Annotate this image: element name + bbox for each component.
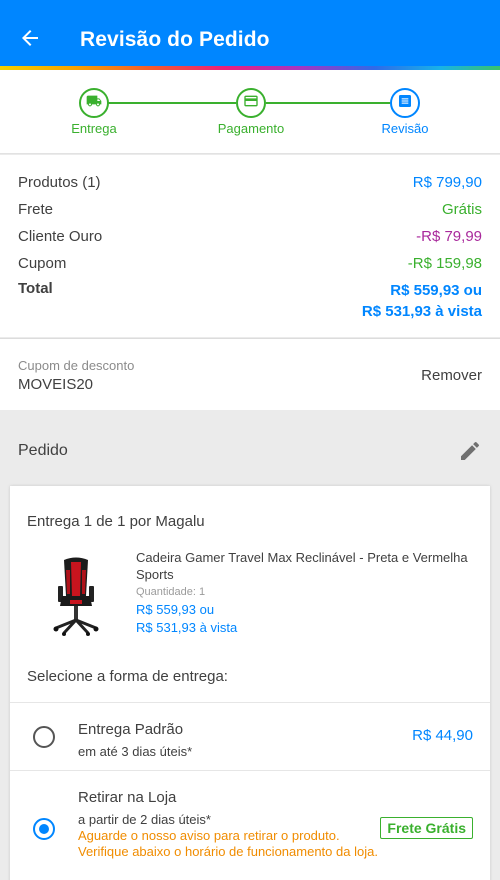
delivery-option-standard[interactable]: Entrega Padrão em até 3 dias úteis* R$ 4… [10,702,490,770]
summary-row-gold-client: Cliente Ouro -R$ 79,99 [18,228,482,245]
card-icon [243,93,259,114]
step-connector [266,102,390,104]
option-time: em até 3 dias úteis* [78,744,193,759]
app-bar: Revisão do Pedido [0,0,500,66]
summary-value: R$ 799,90 [412,174,482,191]
order-title: Pedido [18,442,68,459]
checkout-stepper: Entrega Pagamento Revisão [0,70,500,154]
pickup-notice: Aguarde o nosso aviso para retirar o pro… [78,828,378,859]
summary-row-products: Produtos (1) R$ 799,90 [18,174,482,191]
summary-label: Total [18,280,53,297]
summary-label: Cliente Ouro [18,228,103,245]
radio-standard[interactable] [33,726,55,748]
summary-value: -R$ 79,99 [416,228,482,245]
free-shipping-badge: Frete Grátis [380,817,473,839]
remove-coupon-button[interactable]: Remover [421,367,482,384]
list-icon [397,93,413,114]
order-summary: Produtos (1) R$ 799,90 Frete Grátis Clie… [0,155,500,337]
option-name: Retirar na Loja [78,789,177,806]
coupon-section: Cupom de desconto MOVEIS20 Remover [0,338,500,410]
summary-row-total: Total R$ 559,93 ou R$ 531,93 à vista [18,280,482,322]
step-label-review: Revisão [381,121,429,136]
step-delivery [79,88,109,118]
summary-label: Produtos (1) [18,174,101,191]
summary-value: Grátis [441,201,482,218]
total-cash: R$ 531,93 à vista [361,303,482,320]
summary-row-coupon: Cupom -R$ 159,98 [18,255,482,272]
page-title: Revisão do Pedido [80,28,270,51]
option-price: R$ 44,90 [412,727,473,744]
option-time: a partir de 2 dias úteis* [78,812,211,827]
coupon-label: Cupom de desconto [18,358,135,373]
step-label-payment: Pagamento [217,121,285,136]
radio-store-pickup[interactable] [33,818,55,840]
step-payment [236,88,266,118]
product-quantity: Quantidade: 1 [136,586,206,598]
product-price-installment: R$ 559,93 ou [136,602,215,617]
summary-row-freight: Frete Grátis [18,201,482,218]
total-installment: R$ 559,93 ou [390,282,482,299]
product-price-cash: R$ 531,93 à vista [136,620,238,635]
back-arrow-icon[interactable] [18,26,42,50]
summary-value: -R$ 159,98 [407,255,482,272]
coupon-code: MOVEIS20 [18,376,94,393]
delivery-title: Entrega 1 de 1 por Magalu [27,513,205,530]
delivery-method-title: Selecione a forma de entrega: [27,668,228,685]
summary-label: Cupom [18,255,67,272]
edit-icon[interactable] [458,439,482,463]
order-header: Pedido [0,410,500,484]
step-connector [108,102,236,104]
step-label-delivery: Entrega [71,121,117,136]
delivery-option-store-pickup[interactable]: Retirar na Loja a partir de 2 dias úteis… [10,770,490,880]
step-review [390,88,420,118]
product-name[interactable]: Cadeira Gamer Travel Max Reclinável - Pr… [136,549,476,583]
summary-label: Frete [18,201,54,218]
option-name: Entrega Padrão [78,721,184,738]
truck-icon [86,93,102,114]
product-image [50,556,102,636]
delivery-card: Entrega 1 de 1 por Magalu Cadeira Gamer … [10,486,490,880]
total-value: R$ 559,93 ou R$ 531,93 à vista [362,280,482,322]
